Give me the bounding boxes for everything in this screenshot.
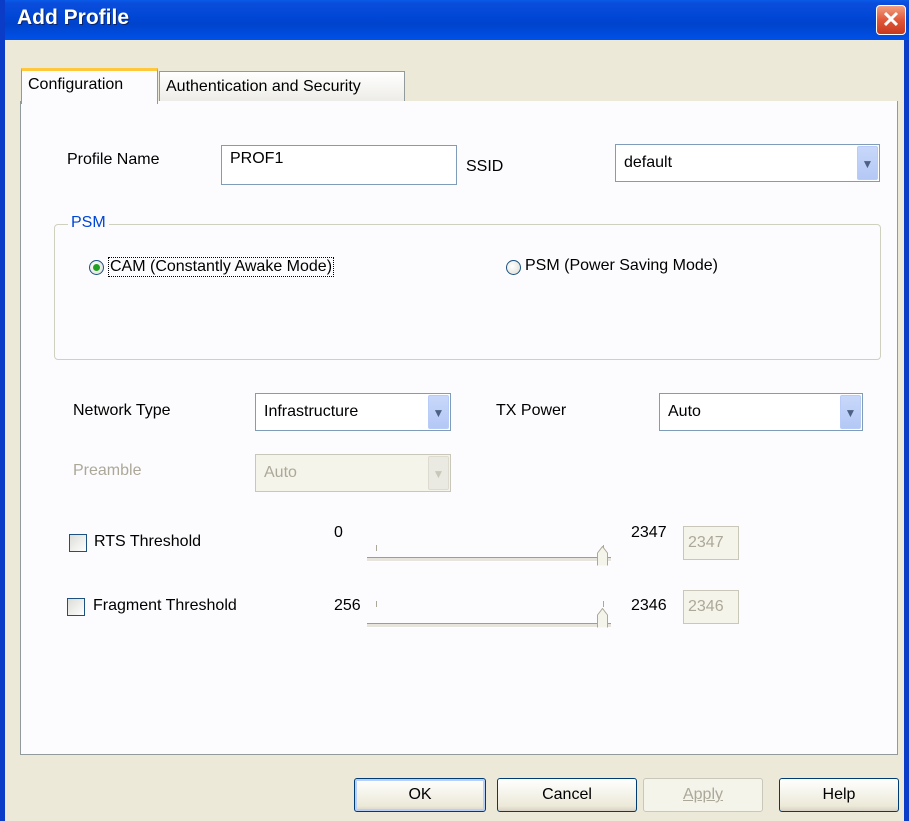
profile-name-label: Profile Name bbox=[67, 151, 160, 168]
fragment-min-label: 256 bbox=[334, 597, 361, 614]
network-type-value: Infrastructure bbox=[264, 403, 359, 420]
rts-slider-thumb[interactable] bbox=[597, 546, 608, 566]
rts-threshold-checkbox[interactable] bbox=[69, 534, 87, 552]
rts-value-input: 2347 bbox=[683, 526, 739, 560]
fragment-threshold-checkbox[interactable] bbox=[67, 598, 85, 616]
ssid-label: SSID bbox=[466, 158, 504, 175]
rts-threshold-label[interactable]: RTS Threshold bbox=[94, 533, 201, 551]
ok-button[interactable]: OK bbox=[354, 778, 486, 812]
tab-configuration-label: Configuration bbox=[28, 76, 124, 93]
fragment-slider-tick bbox=[376, 601, 377, 607]
help-button[interactable]: Help bbox=[779, 778, 899, 812]
psm-groupbox bbox=[54, 224, 881, 360]
fragment-slider-track[interactable] bbox=[367, 623, 611, 628]
fragment-max-label: 2346 bbox=[631, 597, 667, 614]
chevron-down-icon[interactable]: ▼ bbox=[857, 146, 878, 180]
fragment-slider-tick bbox=[603, 601, 604, 607]
chevron-down-icon: ▼ bbox=[428, 456, 449, 490]
psm-radio-label[interactable]: PSM (Power Saving Mode) bbox=[525, 257, 718, 275]
preamble-value: Auto bbox=[264, 464, 297, 481]
radio-selected-dot bbox=[93, 264, 100, 271]
rts-slider-tick bbox=[376, 545, 377, 551]
rts-slider-track[interactable] bbox=[367, 557, 611, 562]
tab-authentication-label: Authentication and Security bbox=[166, 78, 361, 95]
rts-max-label: 2347 bbox=[631, 524, 667, 541]
profile-name-input[interactable]: PROF1 bbox=[221, 145, 457, 185]
tx-power-select[interactable]: Auto ▼ bbox=[659, 393, 863, 431]
preamble-label: Preamble bbox=[73, 462, 142, 479]
tx-power-value: Auto bbox=[668, 403, 701, 420]
fragment-threshold-label[interactable]: Fragment Threshold bbox=[93, 597, 237, 615]
close-button[interactable]: ✕ bbox=[876, 5, 906, 35]
apply-button: Apply bbox=[643, 778, 763, 812]
window-title: Add Profile bbox=[17, 6, 130, 29]
chevron-down-icon[interactable]: ▼ bbox=[840, 395, 861, 429]
fragment-value-input: 2346 bbox=[683, 590, 739, 624]
fragment-slider-thumb[interactable] bbox=[597, 608, 608, 628]
network-type-select[interactable]: Infrastructure ▼ bbox=[255, 393, 451, 431]
preamble-select: Auto ▼ bbox=[255, 454, 451, 492]
chevron-down-icon[interactable]: ▼ bbox=[428, 395, 449, 429]
close-icon: ✕ bbox=[881, 7, 901, 32]
ssid-select[interactable]: default ▼ bbox=[615, 144, 880, 182]
tab-authentication-and-security[interactable]: Authentication and Security bbox=[159, 71, 405, 103]
cancel-button[interactable]: Cancel bbox=[497, 778, 637, 812]
cam-radio[interactable] bbox=[89, 260, 104, 275]
cam-radio-label[interactable]: CAM (Constantly Awake Mode) bbox=[108, 257, 335, 277]
psm-group-legend: PSM bbox=[68, 214, 109, 232]
tab-configuration[interactable]: Configuration bbox=[21, 68, 158, 104]
ssid-value: default bbox=[624, 154, 673, 171]
tx-power-label: TX Power bbox=[496, 402, 567, 419]
network-type-label: Network Type bbox=[73, 402, 171, 419]
add-profile-dialog: Add Profile ✕ Configuration Authenticati… bbox=[0, 0, 909, 821]
psm-radio[interactable] bbox=[506, 260, 521, 275]
rts-min-label: 0 bbox=[334, 524, 343, 541]
title-bar[interactable]: Add Profile ✕ bbox=[5, 0, 909, 40]
